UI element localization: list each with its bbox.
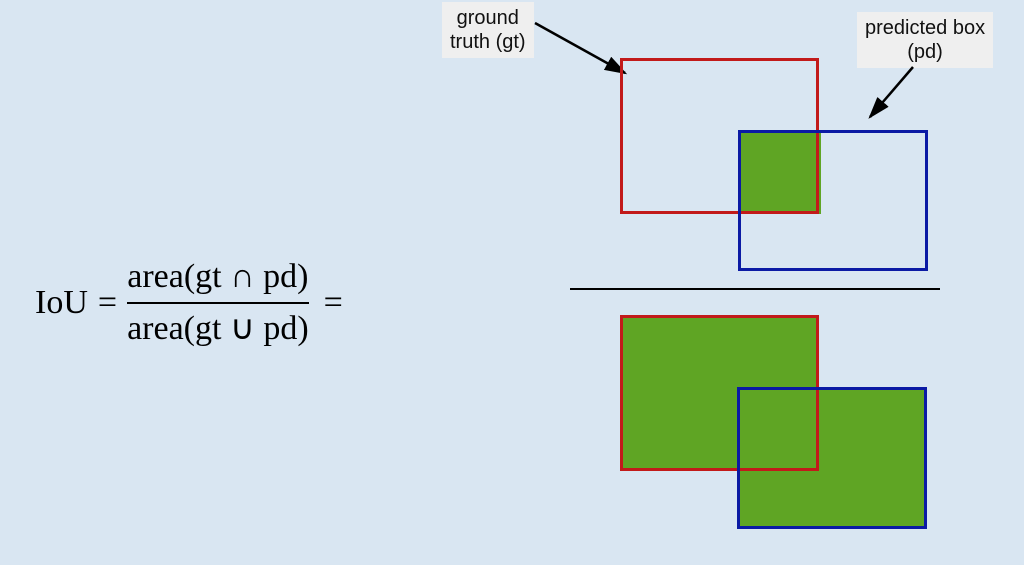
label-gt-line2: truth (gt) xyxy=(450,31,526,53)
pd-box-denominator xyxy=(737,387,927,529)
label-gt-line1: ground xyxy=(457,7,519,29)
iou-formula: IoU = area(gt ∩ pd) area(gt ∪ pd) = xyxy=(35,255,353,351)
equals-1: = xyxy=(98,284,117,322)
equals-2: = xyxy=(324,284,343,322)
fraction: area(gt ∩ pd) area(gt ∪ pd) xyxy=(127,255,309,351)
formula-lhs: IoU xyxy=(35,284,88,322)
pd-box-numerator xyxy=(738,130,928,271)
label-ground-truth: ground truth (gt) xyxy=(442,2,534,58)
label-pd-line1: predicted box xyxy=(865,17,985,39)
fraction-bar xyxy=(127,302,309,304)
visual-fraction-bar xyxy=(570,288,940,290)
arrow-to-pd xyxy=(858,62,928,132)
label-predicted-box: predicted box (pd) xyxy=(857,12,993,68)
formula-numerator: area(gt ∩ pd) xyxy=(127,255,308,299)
label-pd-line2: (pd) xyxy=(907,41,943,63)
formula-denominator: area(gt ∪ pd) xyxy=(127,307,309,351)
